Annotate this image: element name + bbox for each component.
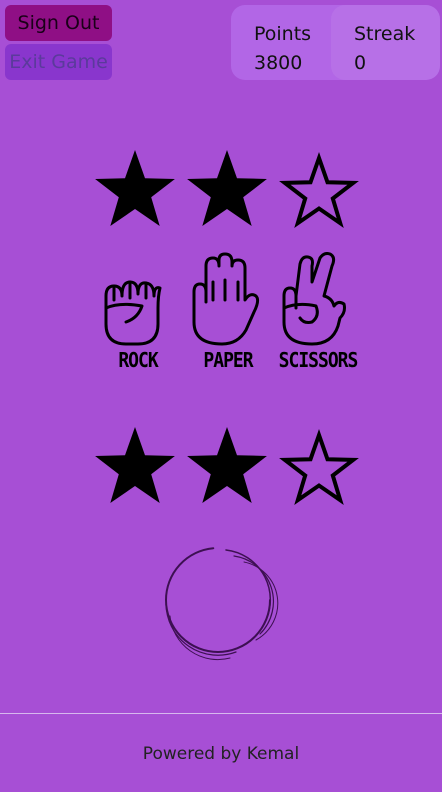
rock-label: ROCK: [118, 348, 158, 373]
star-filled-icon: [95, 427, 175, 503]
open-hand-icon: [192, 252, 260, 346]
scissors-choice[interactable]: SCISSORS: [272, 252, 364, 382]
star-filled-icon: [187, 150, 267, 226]
player-lives: [90, 422, 365, 512]
opponent-lives: [90, 145, 365, 235]
paper-label: PAPER: [203, 348, 253, 373]
points-value: 3800: [254, 52, 303, 74]
streak-label: Streak: [354, 23, 416, 45]
footer-divider: [0, 713, 442, 714]
star-filled-icon: [187, 427, 267, 503]
star-filled-icon: [95, 150, 175, 226]
fist-icon: [104, 280, 162, 346]
streak-cell: Streak 0: [331, 5, 440, 80]
footer-text: Powered by Kemal: [142, 744, 300, 764]
peace-hand-icon: [282, 252, 346, 346]
paper-choice[interactable]: PAPER: [182, 252, 274, 382]
exit-game-button[interactable]: Exit Game: [5, 44, 112, 80]
points-cell: Points 3800: [231, 5, 331, 80]
loading-spinner-icon: [165, 547, 279, 661]
rock-choice[interactable]: ROCK: [92, 252, 184, 382]
star-outline-icon: [279, 428, 359, 505]
streak-value: 0: [354, 52, 367, 74]
scissors-label: SCISSORS: [278, 348, 359, 373]
choice-buttons: ROCK PAPER SCISSORS: [92, 252, 362, 382]
score-panel: Points 3800 Streak 0: [231, 5, 440, 80]
sign-out-button[interactable]: Sign Out: [5, 5, 112, 41]
points-label: Points: [254, 23, 312, 45]
star-outline-icon: [279, 151, 359, 228]
